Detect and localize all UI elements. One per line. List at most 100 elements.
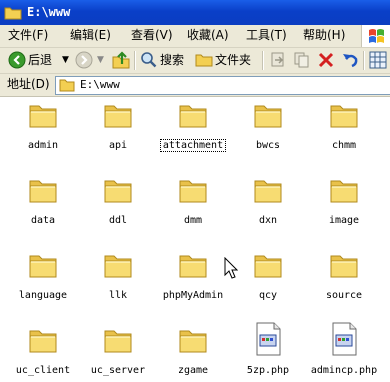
title-bar[interactable]: E:\www: [0, 0, 390, 25]
menu-file[interactable]: 文件(F): [8, 27, 48, 44]
menu-tools[interactable]: 工具(T): [246, 27, 287, 44]
file-item[interactable]: 5zp.php: [230, 322, 306, 382]
file-item[interactable]: admincp.php: [306, 322, 382, 382]
folder-icon: [103, 250, 133, 280]
folder-item[interactable]: phpMyAdmin: [155, 250, 231, 312]
folder-icon: [253, 100, 283, 130]
back-dropdown-arrow-icon[interactable]: ▼: [62, 48, 69, 73]
undo-button[interactable]: [340, 48, 360, 73]
undo-icon: [343, 54, 358, 68]
folder-icon: [178, 250, 208, 280]
search-icon: [141, 52, 157, 68]
item-label: llk: [108, 290, 128, 301]
back-button[interactable]: 后退: [6, 48, 66, 73]
folder-icon: [329, 100, 359, 130]
folder-item[interactable]: zgame: [155, 325, 231, 382]
folder-item[interactable]: bwcs: [230, 100, 306, 162]
forward-arrow-icon: [75, 51, 93, 69]
folder-icon: [253, 250, 283, 280]
item-label: phpMyAdmin: [162, 290, 224, 301]
menu-favorites[interactable]: 收藏(A): [187, 27, 229, 44]
item-label: ddl: [108, 215, 128, 226]
folder-icon: [178, 175, 208, 205]
folder-item[interactable]: dmm: [155, 175, 231, 237]
folder-item[interactable]: llk: [80, 250, 156, 312]
folder-item[interactable]: data: [5, 175, 81, 237]
address-label: 地址(D): [7, 77, 50, 91]
forward-dropdown-arrow-icon[interactable]: ▼: [97, 48, 104, 73]
folders-icon: [195, 54, 213, 67]
folders-button[interactable]: 文件夹: [194, 48, 256, 73]
folder-icon: [329, 250, 359, 280]
search-button[interactable]: 搜索: [139, 48, 191, 73]
folder-icon: [28, 250, 58, 280]
folder-item[interactable]: image: [306, 175, 382, 237]
folder-icon: [253, 175, 283, 205]
folder-item[interactable]: chmm: [306, 100, 382, 162]
search-label: 搜索: [160, 53, 185, 67]
item-label: dmm: [183, 215, 203, 226]
folder-item[interactable]: attachment: [155, 100, 231, 162]
folder-item[interactable]: uc_server: [80, 325, 156, 382]
file-list-view: admin api attachment bwcs chmm data ddl dmm dxn i…: [0, 97, 390, 382]
delete-x-icon: [318, 52, 334, 68]
menu-help[interactable]: 帮助(H): [303, 27, 345, 44]
item-label: dxn: [258, 215, 278, 226]
folder-item[interactable]: ddl: [80, 175, 156, 237]
item-label: image: [328, 215, 360, 226]
windows-logo-icon: [361, 25, 390, 47]
item-label: api: [108, 140, 128, 151]
folder-icon: [103, 175, 133, 205]
folder-item[interactable]: admin: [5, 100, 81, 162]
move-to-button[interactable]: [268, 48, 288, 73]
folder-item[interactable]: language: [5, 250, 81, 312]
folder-item[interactable]: api: [80, 100, 156, 162]
folder-icon: [28, 100, 58, 130]
folder-icon: [103, 100, 133, 130]
mouse-cursor-icon: [224, 257, 238, 279]
item-label: uc_client: [15, 365, 71, 376]
folder-icon: [329, 175, 359, 205]
menu-view[interactable]: 查看(V): [131, 27, 173, 44]
folder-item[interactable]: qcy: [230, 250, 306, 312]
item-label: source: [325, 290, 363, 301]
item-label: data: [30, 215, 56, 226]
views-grid-icon: [369, 51, 387, 69]
back-arrow-icon: [8, 51, 26, 69]
window-title: E:\www: [27, 5, 71, 19]
copy-to-icon: [294, 52, 309, 68]
item-label: 5zp.php: [246, 365, 290, 376]
folder-item[interactable]: dxn: [230, 175, 306, 237]
item-label: admincp.php: [310, 365, 378, 376]
folder-icon: [28, 175, 58, 205]
folder-icon: [59, 79, 75, 92]
move-to-icon: [271, 52, 284, 67]
toolbar: 后退 ▼ ▼ 搜索 文件夹: [0, 48, 390, 74]
folder-icon: [4, 7, 22, 20]
item-label: admin: [27, 140, 59, 151]
folders-label: 文件夹: [215, 53, 252, 67]
views-button[interactable]: [368, 48, 390, 73]
folder-item[interactable]: uc_client: [5, 325, 81, 382]
folder-icon: [28, 325, 58, 355]
up-folder-icon: [112, 51, 130, 69]
item-label: bwcs: [255, 140, 281, 151]
php-file-icon: [253, 322, 283, 356]
php-file-icon: [329, 322, 359, 356]
item-label: attachment: [159, 139, 227, 152]
folder-icon: [103, 325, 133, 355]
address-value: E:\www: [80, 78, 120, 91]
address-input[interactable]: E:\www: [55, 76, 390, 95]
address-bar: 地址(D) E:\www: [0, 74, 390, 97]
item-label: zgame: [177, 365, 209, 376]
up-folder-button[interactable]: [110, 48, 132, 73]
folder-icon: [178, 325, 208, 355]
copy-to-button[interactable]: [292, 48, 312, 73]
delete-button[interactable]: [316, 48, 336, 73]
back-label: 后退: [28, 53, 53, 67]
folder-item[interactable]: source: [306, 250, 382, 312]
menu-edit[interactable]: 编辑(E): [70, 27, 111, 44]
item-label: chmm: [331, 140, 357, 151]
forward-button[interactable]: [74, 48, 96, 73]
item-label: qcy: [258, 290, 278, 301]
